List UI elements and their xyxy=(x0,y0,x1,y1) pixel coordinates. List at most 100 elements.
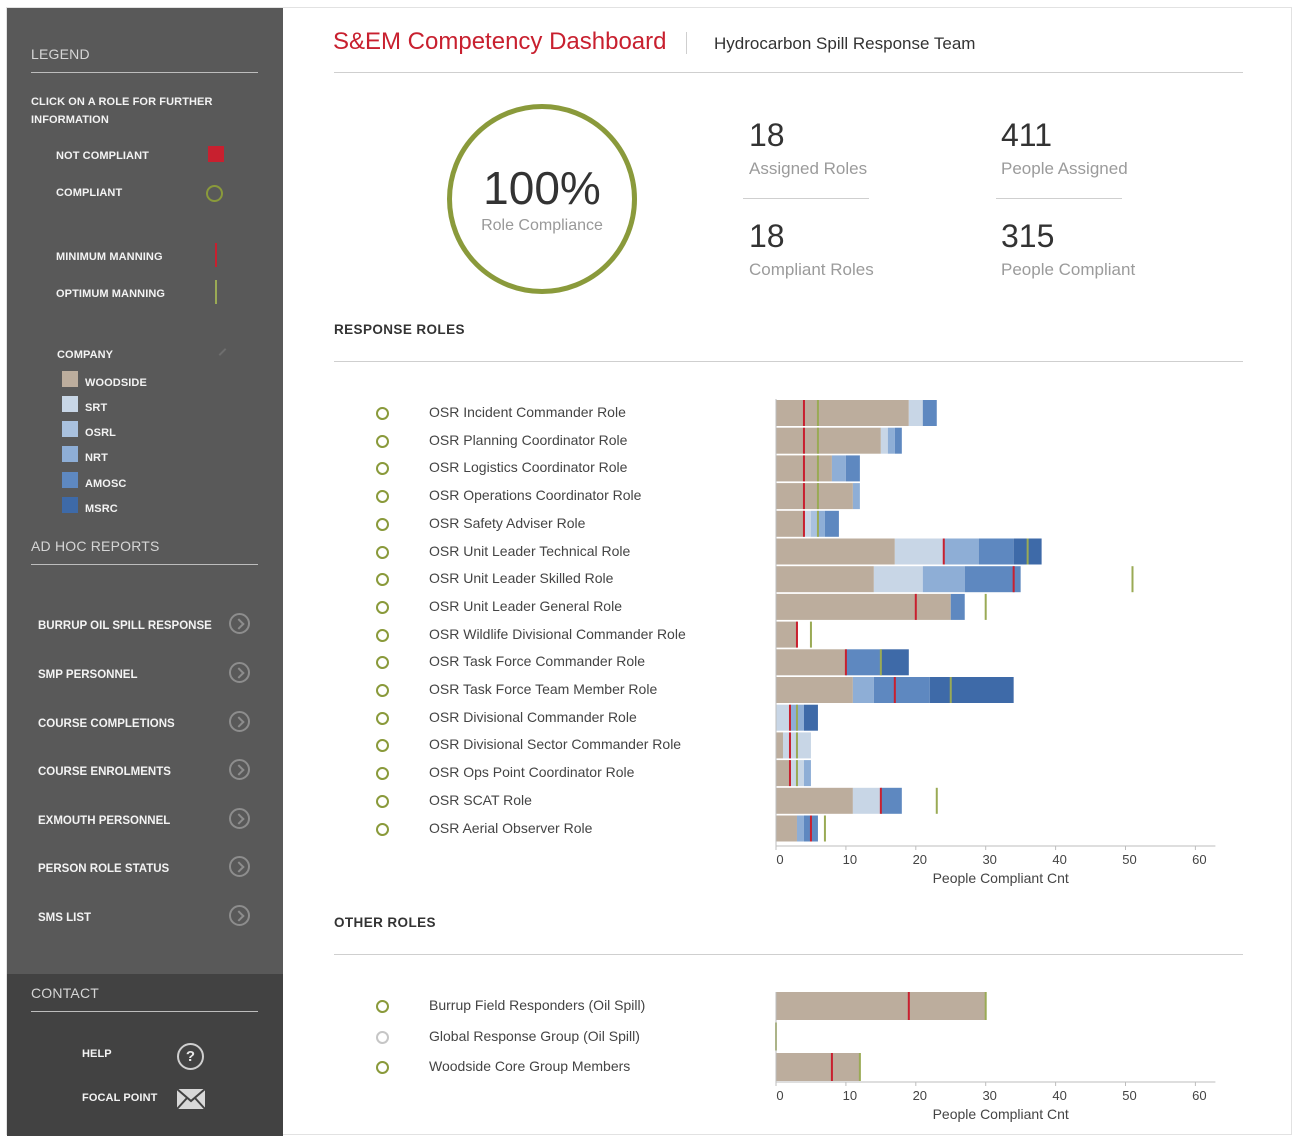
compliant-status-icon[interactable] xyxy=(376,600,389,614)
optimum-manning-marker xyxy=(816,455,819,482)
assigned-roles-label: Assigned Roles xyxy=(749,159,868,178)
red-line-icon xyxy=(215,243,217,267)
minimum-manning-marker xyxy=(942,538,945,565)
envelope-icon xyxy=(176,1088,206,1110)
response-roles-divider xyxy=(334,361,1243,362)
role-link-osr-planning-coordinator-role[interactable]: OSR Planning Coordinator Role xyxy=(429,432,627,448)
role-link-osr-safety-adviser-role[interactable]: OSR Safety Adviser Role xyxy=(429,515,585,531)
bar-segment-nrt xyxy=(922,566,965,593)
legend-compliant-label: COMPLIANT xyxy=(56,187,123,199)
compliant-status-icon[interactable] xyxy=(376,767,389,781)
role-link-osr-unit-leader-technical-role[interactable]: OSR Unit Leader Technical Role xyxy=(429,543,630,559)
compliant-status-icon[interactable] xyxy=(376,545,389,559)
title-separator xyxy=(686,32,687,54)
role-link-osr-unit-leader-skilled-role[interactable]: OSR Unit Leader Skilled Role xyxy=(429,570,613,586)
minimum-manning-marker xyxy=(788,760,791,787)
legend-not-compliant-label: NOT COMPLIANT xyxy=(56,150,149,162)
compliant-status-icon[interactable] xyxy=(376,517,389,531)
compliant-status-icon[interactable] xyxy=(376,1000,389,1013)
green-line-icon xyxy=(215,280,217,304)
role-link-osr-logistics-coordinator-role[interactable]: OSR Logistics Coordinator Role xyxy=(429,459,627,475)
x-tick-label: 30 xyxy=(982,1088,996,1103)
legend-minimum-manning-label: MINIMUM MANNING xyxy=(56,251,163,263)
x-tick-label: 30 xyxy=(982,852,996,867)
x-tick-label: 10 xyxy=(843,852,857,867)
bar-segment-srt xyxy=(803,510,811,537)
role-link-osr-wildlife-divisional-commander-role[interactable]: OSR Wildlife Divisional Commander Role xyxy=(429,626,686,642)
compliance-value: 100% xyxy=(483,162,601,214)
role-link-global-response-group-oil-spill[interactable]: Global Response Group (Oil Spill) xyxy=(429,1028,640,1044)
bar-segment-woodside xyxy=(776,427,881,454)
x-tick-label: 50 xyxy=(1122,852,1136,867)
bar-segment-woodside xyxy=(776,992,986,1020)
report-sms-list[interactable]: SMS LIST xyxy=(38,905,270,933)
report-course-enrolments[interactable]: COURSE ENROLMENTS xyxy=(38,759,270,787)
inactive-status-icon[interactable] xyxy=(376,1030,389,1044)
role-link-osr-ops-point-coordinator-role[interactable]: OSR Ops Point Coordinator Role xyxy=(429,764,634,780)
compliant-status-icon[interactable] xyxy=(376,684,389,697)
bar-segment-amosc xyxy=(922,400,937,426)
compliant-status-icon[interactable] xyxy=(376,822,389,836)
bar-segment-amosc xyxy=(845,649,881,676)
role-link-osr-task-force-commander-role[interactable]: OSR Task Force Commander Role xyxy=(429,653,645,669)
compliant-status-icon[interactable] xyxy=(376,434,389,448)
role-link-burrup-field-responders-oil-spill[interactable]: Burrup Field Responders (Oil Spill) xyxy=(429,997,645,1013)
bar-segment-woodside xyxy=(776,593,951,620)
role-link-osr-divisional-commander-role[interactable]: OSR Divisional Commander Role xyxy=(429,709,637,725)
bar-segment-amosc xyxy=(873,677,930,703)
x-tick-label: 40 xyxy=(1052,1088,1066,1103)
role-link-osr-incident-commander-role[interactable]: OSR Incident Commander Role xyxy=(429,404,626,420)
green-ring-icon xyxy=(206,185,223,202)
compliance-label: Role Compliance xyxy=(481,217,603,234)
role-link-osr-aerial-observer-role[interactable]: OSR Aerial Observer Role xyxy=(429,820,592,836)
compliant-status-icon[interactable] xyxy=(376,490,389,504)
role-link-woodside-core-group-members[interactable]: Woodside Core Group Members xyxy=(429,1058,630,1074)
bar-segment-amosc xyxy=(894,427,902,454)
minimum-manning-marker xyxy=(802,483,805,510)
role-link-osr-operations-coordinator-role[interactable]: OSR Operations Coordinator Role xyxy=(429,487,641,503)
role-link-osr-scat-role[interactable]: OSR SCAT Role xyxy=(429,792,532,808)
optimum-manning-marker xyxy=(949,677,952,703)
bar-segment-srt xyxy=(894,538,944,565)
x-tick-label: 0 xyxy=(776,852,783,867)
role-link-osr-task-force-team-member-role[interactable]: OSR Task Force Team Member Role xyxy=(429,681,657,697)
chevron-right-icon xyxy=(229,808,250,829)
compliant-status-icon[interactable] xyxy=(376,711,389,725)
compliant-status-icon[interactable] xyxy=(376,1061,389,1074)
role-link-osr-unit-leader-general-role[interactable]: OSR Unit Leader General Role xyxy=(429,598,622,614)
report-person-role-status[interactable]: PERSON ROLE STATUS xyxy=(38,856,270,884)
minimum-manning-marker xyxy=(879,787,882,814)
x-axis-label: People Compliant Cnt xyxy=(933,870,1069,886)
bar-segment-srt xyxy=(852,787,881,814)
focal-point-link[interactable]: FOCAL POINT xyxy=(82,1088,242,1118)
report-course-completions[interactable]: COURSE COMPLETIONS xyxy=(38,711,270,739)
role-link-osr-divisional-sector-commander-role[interactable]: OSR Divisional Sector Commander Role xyxy=(429,736,681,752)
bar-segment-woodside xyxy=(776,510,804,537)
report-label: BURRUP OIL SPILL RESPONSE xyxy=(38,620,212,632)
contact-divider xyxy=(31,1011,258,1012)
report-burrup-oil-spill-response[interactable]: BURRUP OIL SPILL RESPONSE xyxy=(38,613,270,641)
legend-instruction-line-1: CLICK ON A ROLE FOR FURTHER xyxy=(31,96,213,108)
x-tick-label: 60 xyxy=(1192,852,1206,867)
adhoc-reports-title: AD HOC REPORTS xyxy=(31,538,160,554)
minimum-manning-marker xyxy=(830,1053,833,1081)
bar-segment-amosc xyxy=(964,566,1021,593)
other-roles-chart: 0 10 20 30 40 50 60 People Compliant Cnt xyxy=(775,992,1216,1122)
bar-segment-woodside xyxy=(776,760,790,787)
compliant-status-icon[interactable] xyxy=(376,794,389,808)
bar-segment-osrl xyxy=(810,510,818,537)
pencil-icon xyxy=(218,348,227,356)
help-link[interactable]: HELP ? xyxy=(82,1043,242,1074)
optimum-manning-marker xyxy=(816,483,819,510)
optimum-manning-marker xyxy=(1131,566,1134,593)
amosc-swatch xyxy=(62,472,78,488)
report-smp-personnel[interactable]: SMP PERSONNEL xyxy=(38,662,270,690)
optimum-manning-marker xyxy=(795,732,798,759)
bar-segment-msrc xyxy=(803,704,818,731)
optimum-manning-marker xyxy=(935,787,938,814)
sidebar: LEGEND CLICK ON A ROLE FOR FURTHER INFOR… xyxy=(7,8,283,1136)
compliant-status-icon[interactable] xyxy=(376,407,389,420)
x-axis-label: People Compliant Cnt xyxy=(933,1106,1069,1122)
report-exmouth-personnel[interactable]: EXMOUTH PERSONNEL xyxy=(38,808,270,836)
compliant-status-icon[interactable] xyxy=(376,628,389,642)
